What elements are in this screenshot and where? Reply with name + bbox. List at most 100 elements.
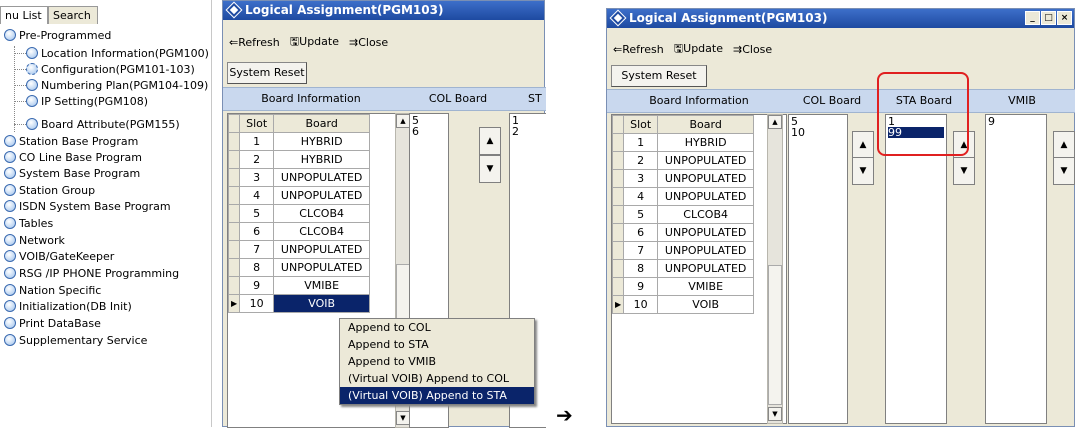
- menu-item-virtual-voib-append-to-col[interactable]: (Virtual VOIB) Append to COL: [340, 370, 534, 387]
- board-grid[interactable]: Slot Board 1 HYBRID 2 UNPOPULATED 3 UNPOPULATE…: [611, 114, 787, 424]
- refresh-button[interactable]: ⇐Refresh: [613, 43, 664, 56]
- board-cell[interactable]: VOIB: [273, 294, 371, 313]
- tree-item-tables[interactable]: Tables: [4, 216, 53, 232]
- list-item[interactable]: 9: [988, 116, 1044, 127]
- tree-item-numbering-plan[interactable]: Numbering Plan(PGM104-109): [26, 78, 208, 94]
- tree-item-nation-specific[interactable]: Nation Specific: [4, 283, 101, 299]
- tree-item-board-attribute[interactable]: Board Attribute(PGM155): [26, 117, 180, 133]
- table-row[interactable]: 4 UNPOPULATED: [227, 186, 371, 205]
- board-cell[interactable]: UNPOPULATED: [657, 223, 755, 242]
- list-item[interactable]: 6: [412, 126, 446, 137]
- table-row[interactable]: ▶ 10 VOIB: [611, 295, 755, 314]
- tree-item-station-group[interactable]: Station Group: [4, 183, 95, 199]
- tree-item-station-base-program[interactable]: Station Base Program: [4, 134, 138, 150]
- close-button[interactable]: ⇉Close: [349, 36, 388, 49]
- board-cell[interactable]: CLCOB4: [657, 205, 755, 224]
- tree-item-network[interactable]: Network: [4, 233, 65, 249]
- tree-item-configuration[interactable]: Configuration(PGM101-103): [26, 62, 195, 78]
- board-cell[interactable]: UNPOPULATED: [273, 168, 371, 187]
- slot-cell[interactable]: 4: [623, 187, 659, 206]
- table-row[interactable]: 6 CLCOB4: [227, 222, 371, 241]
- table-row[interactable]: ▶ 10 VOIB: [227, 294, 371, 313]
- table-row[interactable]: 5 CLCOB4: [227, 204, 371, 223]
- system-reset-button[interactable]: System Reset: [611, 65, 707, 87]
- menu-item-append-to-vmib[interactable]: Append to VMIB: [340, 353, 534, 370]
- tree-item-pre-programmed[interactable]: Pre-Programmed: [4, 28, 111, 44]
- board-cell[interactable]: CLCOB4: [273, 204, 371, 223]
- tab-search[interactable]: Search: [48, 6, 98, 24]
- slot-cell[interactable]: 2: [239, 150, 275, 169]
- tree-item-system-base-program[interactable]: System Base Program: [4, 166, 140, 182]
- col-board-list[interactable]: 5 10: [788, 114, 848, 424]
- board-cell[interactable]: VOIB: [657, 295, 755, 314]
- maximize-icon[interactable]: □: [1041, 11, 1056, 25]
- table-row[interactable]: 9 VMIBE: [227, 276, 371, 295]
- table-row[interactable]: 5 CLCOB4: [611, 205, 755, 224]
- table-row[interactable]: 1 HYBRID: [227, 132, 371, 151]
- board-cell[interactable]: VMIBE: [657, 277, 755, 296]
- col-move-up-button[interactable]: ▲: [852, 131, 874, 159]
- board-cell[interactable]: HYBRID: [273, 150, 371, 169]
- slot-cell[interactable]: 1: [623, 133, 659, 152]
- tab-menu-list[interactable]: nu List: [0, 6, 48, 24]
- vmib-move-down-button[interactable]: ▼: [1053, 157, 1075, 185]
- slot-cell[interactable]: 3: [239, 168, 275, 187]
- tree-item-ip-setting[interactable]: IP Setting(PGM108): [26, 94, 148, 110]
- sta-move-down-button[interactable]: ▼: [953, 157, 975, 185]
- grid-scrollbar[interactable]: ▲ ▼: [767, 114, 783, 424]
- slot-cell[interactable]: 9: [623, 277, 659, 296]
- tree-item-co-line-base-program[interactable]: CO Line Base Program: [4, 150, 142, 166]
- slot-cell[interactable]: 7: [623, 241, 659, 260]
- table-row[interactable]: 7 UNPOPULATED: [227, 240, 371, 259]
- board-cell[interactable]: CLCOB4: [273, 222, 371, 241]
- tree-item-location-information[interactable]: Location Information(PGM100): [26, 46, 209, 62]
- board-cell[interactable]: UNPOPULATED: [657, 169, 755, 188]
- scroll-down-icon[interactable]: ▼: [396, 411, 410, 425]
- slot-cell[interactable]: 10: [239, 294, 275, 313]
- tree-item-isdn-system-base-program[interactable]: ISDN System Base Program: [4, 199, 171, 215]
- board-cell[interactable]: UNPOPULATED: [273, 240, 371, 259]
- tree-item-supplementary-service[interactable]: Supplementary Service: [4, 333, 147, 349]
- table-row[interactable]: 8 UNPOPULATED: [227, 258, 371, 277]
- table-row[interactable]: 6 UNPOPULATED: [611, 223, 755, 242]
- table-row[interactable]: 2 HYBRID: [227, 150, 371, 169]
- tree-item-initialization[interactable]: Initialization(DB Init): [4, 299, 132, 315]
- board-cell[interactable]: UNPOPULATED: [657, 241, 755, 260]
- slot-cell[interactable]: 5: [239, 204, 275, 223]
- slot-cell[interactable]: 1: [239, 132, 275, 151]
- list-item[interactable]: 10: [791, 127, 845, 138]
- menu-item-append-to-col[interactable]: Append to COL: [340, 319, 534, 336]
- slot-cell[interactable]: 6: [623, 223, 659, 242]
- list-item[interactable]: 2: [512, 126, 544, 137]
- update-button[interactable]: 🖫Update: [290, 33, 339, 52]
- tree-item-rsg-ip-phone[interactable]: RSG /IP PHONE Programming: [4, 266, 179, 282]
- board-cell[interactable]: UNPOPULATED: [657, 187, 755, 206]
- slot-cell[interactable]: 5: [623, 205, 659, 224]
- table-row[interactable]: 4 UNPOPULATED: [611, 187, 755, 206]
- slot-cell[interactable]: 9: [239, 276, 275, 295]
- board-cell[interactable]: HYBRID: [657, 133, 755, 152]
- slot-cell[interactable]: 2: [623, 151, 659, 170]
- move-up-button[interactable]: ▲: [479, 127, 501, 155]
- slot-cell[interactable]: 3: [623, 169, 659, 188]
- tree-item-print-database[interactable]: Print DataBase: [4, 316, 101, 332]
- slot-cell[interactable]: 8: [239, 258, 275, 277]
- table-row[interactable]: 1 HYBRID: [611, 133, 755, 152]
- table-row[interactable]: 7 UNPOPULATED: [611, 241, 755, 260]
- slot-cell[interactable]: 4: [239, 186, 275, 205]
- sta-board-list[interactable]: 1 99: [885, 114, 947, 424]
- move-down-button[interactable]: ▼: [479, 155, 501, 183]
- slot-cell[interactable]: 7: [239, 240, 275, 259]
- tree-item-voib-gatekeeper[interactable]: VOIB/GateKeeper: [4, 249, 114, 265]
- board-cell[interactable]: HYBRID: [273, 132, 371, 151]
- table-row[interactable]: 8 UNPOPULATED: [611, 259, 755, 278]
- vmib-move-up-button[interactable]: ▲: [1053, 131, 1075, 159]
- menu-item-append-to-sta[interactable]: Append to STA: [340, 336, 534, 353]
- board-cell[interactable]: VMIBE: [273, 276, 371, 295]
- board-cell[interactable]: UNPOPULATED: [657, 259, 755, 278]
- slot-cell[interactable]: 6: [239, 222, 275, 241]
- close-button[interactable]: ⇉Close: [733, 43, 772, 56]
- scroll-up-icon[interactable]: ▲: [768, 115, 782, 129]
- slot-cell[interactable]: 8: [623, 259, 659, 278]
- minimize-icon[interactable]: _: [1025, 11, 1040, 25]
